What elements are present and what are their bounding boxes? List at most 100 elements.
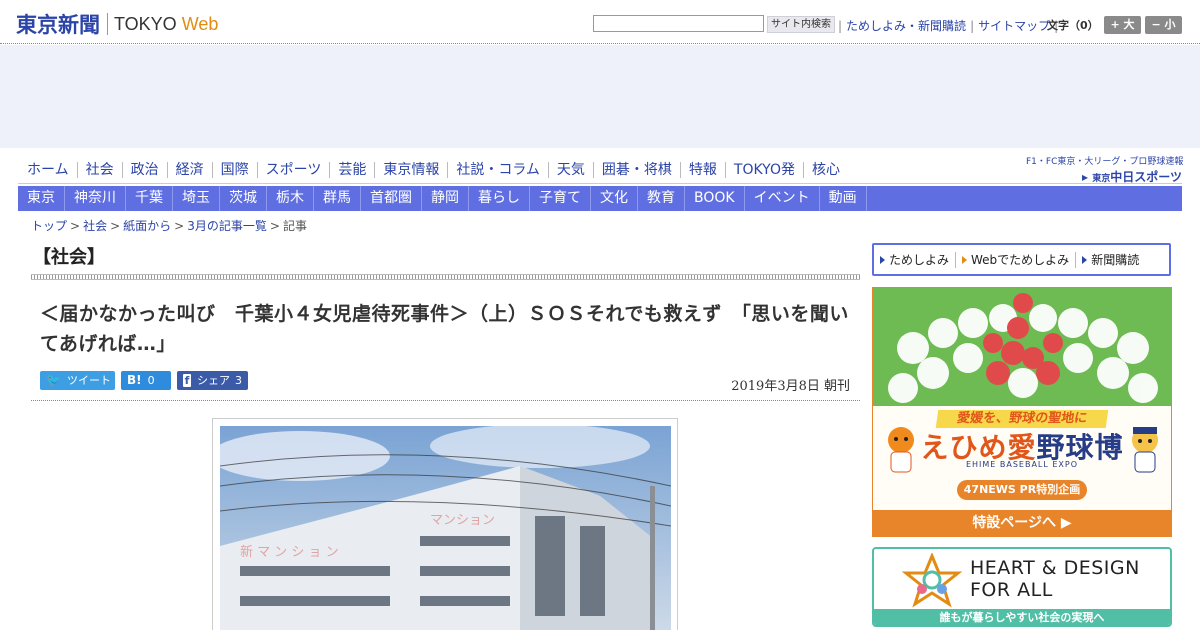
ehime-special-page-link[interactable]: 特設ページへ ▶ [873, 510, 1171, 536]
region-item-video[interactable]: 動画 [820, 186, 867, 211]
font-size-label: 文字（0） [1047, 19, 1099, 32]
nav-item-economy[interactable]: 経済 [166, 162, 212, 178]
nav-item-sports[interactable]: スポーツ [256, 162, 330, 178]
hatena-count: 0 [147, 374, 155, 387]
breadcrumb-top[interactable]: トップ [31, 219, 67, 233]
region-item-culture[interactable]: 文化 [591, 186, 638, 211]
hatena-bookmark-button[interactable]: B! 0 [121, 371, 171, 390]
trial-read-label: ためしよみ [889, 253, 950, 267]
region-item-tokyo[interactable]: 東京 [18, 186, 65, 211]
site-logo[interactable]: 東京新聞 TOKYO Web [16, 9, 218, 39]
nav-item-special-report[interactable]: 特報 [679, 162, 725, 178]
region-item-tochigi[interactable]: 栃木 [267, 186, 314, 211]
top-ad-area [0, 45, 1200, 148]
site-search-button[interactable]: サイト内検索 [767, 16, 835, 33]
facebook-share-label: シェア [197, 374, 230, 387]
logo-divider [107, 13, 108, 35]
umbrella-field-image [873, 288, 1171, 408]
ehime-baseball-expo-ad[interactable]: 愛媛を、野球の聖地に えひめ愛野球博 EHIME BASEBALL EXPO 4… [872, 287, 1172, 537]
trial-read-link[interactable]: ためしよみ [880, 251, 949, 268]
facebook-share-button[interactable]: f シェア 3 [177, 371, 248, 390]
region-item-saitama[interactable]: 埼玉 [173, 186, 220, 211]
article-photo-frame: 新 マ ン シ ョ ン マンション [212, 418, 678, 630]
region-item-event[interactable]: イベント [745, 186, 820, 211]
article-date: 2019年3月8日 朝刊 [731, 379, 850, 394]
nav-item-entertainment[interactable]: 芸能 [329, 162, 374, 178]
region-item-ibaraki[interactable]: 茨城 [220, 186, 267, 211]
subscribe-link[interactable]: ためしよみ・新聞購読 [846, 17, 966, 34]
region-item-kanagawa[interactable]: 神奈川 [65, 186, 126, 211]
subscribe-newspaper-link[interactable]: 新聞購読 [1082, 251, 1139, 268]
region-item-education[interactable]: 教育 [638, 186, 685, 211]
nav-item-go-shogi[interactable]: 囲碁・将棋 [592, 162, 680, 178]
heart-line-2: FOR ALL [970, 579, 1053, 601]
region-item-living[interactable]: 暮らし [469, 186, 530, 211]
heart-design-for-all-ad[interactable]: HEART & DESIGN FOR ALL 誰もが暮らしやすい社会の実現へ [872, 547, 1172, 627]
divider: | [970, 18, 975, 33]
region-nav: 東京 神奈川 千葉 埼玉 茨城 栃木 群馬 首都圏 静岡 暮らし 子育て 文化 … [18, 186, 1182, 211]
font-size-decrease-button[interactable]: − 小 [1145, 16, 1182, 34]
divider: | [838, 18, 843, 33]
sidebar-subscribe-links: ためしよみ Webでためしよみ 新聞購読 [872, 243, 1171, 276]
heart-design-logo-icon [902, 553, 962, 608]
utility-links: | ためしよみ・新聞購読 | サイトマップ | [834, 17, 1062, 34]
arrow-right-icon [880, 255, 885, 264]
region-item-shizuoka[interactable]: 静岡 [422, 186, 469, 211]
nav-item-tokyo-info[interactable]: 東京情報 [374, 162, 447, 178]
font-size-increase-button[interactable]: + 大 [1104, 16, 1141, 34]
breadcrumb: トップ > 社会 > 紙面から >3月の記事一覧 > 記事 [31, 217, 307, 234]
nav-item-international[interactable]: 国際 [211, 162, 257, 178]
ehime-pr-pill: 47NEWS PR特別企画 [957, 480, 1087, 500]
breadcrumb-sep: > [110, 219, 121, 233]
region-item-book[interactable]: BOOK [685, 186, 745, 211]
nav-item-home[interactable]: ホーム [18, 162, 77, 178]
svg-text:新 マ ン シ ョ ン: 新 マ ン シ ョ ン [240, 544, 339, 560]
ehime-subtitle: EHIME BASEBALL EXPO [965, 460, 1079, 469]
twitter-bird-icon: 🐦 [46, 373, 61, 387]
region-item-gunma[interactable]: 群馬 [314, 186, 361, 211]
breadcrumb-sep: > [70, 219, 81, 233]
site-search-input[interactable] [593, 15, 764, 32]
web-trial-read-label: Webでためしよみ [971, 253, 1070, 267]
breadcrumb-from-paper[interactable]: 紙面から [123, 219, 171, 233]
region-item-parenting[interactable]: 子育て [530, 186, 591, 211]
site-header: 東京新聞 TOKYO Web サイト内検索 | ためしよみ・新聞購読 | サイト… [0, 0, 1200, 44]
svg-text:マンション: マンション [430, 513, 495, 528]
logo-japanese[interactable]: 東京新聞 [16, 9, 100, 39]
heart-design-footer: 誰もが暮らしやすい社会の実現へ [874, 609, 1170, 625]
chunichi-sports-link[interactable]: F1・FC東京・大リーグ・プロ野球速報 ▸ 東京中日スポーツ [1026, 154, 1184, 185]
logo-english-prefix: TOKYO [114, 13, 182, 34]
sports-promo-text: F1・FC東京・大リーグ・プロ野球速報 [1026, 157, 1184, 167]
tweet-button[interactable]: 🐦 ツイート [40, 371, 115, 390]
sitemap-link[interactable]: サイトマップ [978, 17, 1050, 34]
heart-design-text: HEART & DESIGN FOR ALL [970, 557, 1140, 601]
divider [955, 251, 957, 268]
article-photo[interactable]: 新 マ ン シ ョ ン マンション [220, 426, 671, 630]
chunichi-sports-logo: ▸ 東京中日スポーツ [1082, 170, 1182, 184]
logo-english[interactable]: TOKYO Web [114, 14, 218, 35]
article-headline: ＜届かなかった叫び 千葉小４女児虐待死事件＞（上）ＳＯＳそれでも救えず 「思いを… [40, 303, 849, 355]
facebook-icon: f [183, 374, 191, 387]
article-divider [31, 400, 860, 401]
sports-logo-small: 東京 [1092, 174, 1111, 184]
breadcrumb-society[interactable]: 社会 [83, 219, 107, 233]
region-item-chiba[interactable]: 千葉 [126, 186, 173, 211]
nav-item-tokyo-hatsu[interactable]: TOKYO発 [724, 162, 803, 178]
heart-line-1: HEART & DESIGN [970, 557, 1140, 579]
logo-english-suffix: Web [181, 13, 219, 34]
subscribe-newspaper-label: 新聞購読 [1091, 253, 1140, 267]
arrow-right-icon [962, 255, 968, 264]
region-item-shutoken[interactable]: 首都圏 [361, 186, 422, 211]
apartment-building-image: 新 マ ン シ ョ ン マンション [220, 426, 671, 630]
sports-logo-text: 中日スポーツ [1110, 170, 1182, 184]
nav-item-politics[interactable]: 政治 [121, 162, 167, 178]
nav-item-editorial[interactable]: 社説・コラム [447, 162, 548, 178]
breadcrumb-sep: > [174, 219, 185, 233]
hatena-bookmark-icon: B! [127, 373, 142, 387]
web-trial-read-link[interactable]: Webでためしよみ [962, 251, 1069, 268]
nav-item-society[interactable]: 社会 [76, 162, 122, 178]
nav-item-core[interactable]: 核心 [802, 162, 848, 178]
section-title: 【社会】 [33, 247, 105, 268]
breadcrumb-march-list[interactable]: 3月の記事一覧 [187, 219, 267, 233]
nav-item-weather[interactable]: 天気 [547, 162, 593, 178]
